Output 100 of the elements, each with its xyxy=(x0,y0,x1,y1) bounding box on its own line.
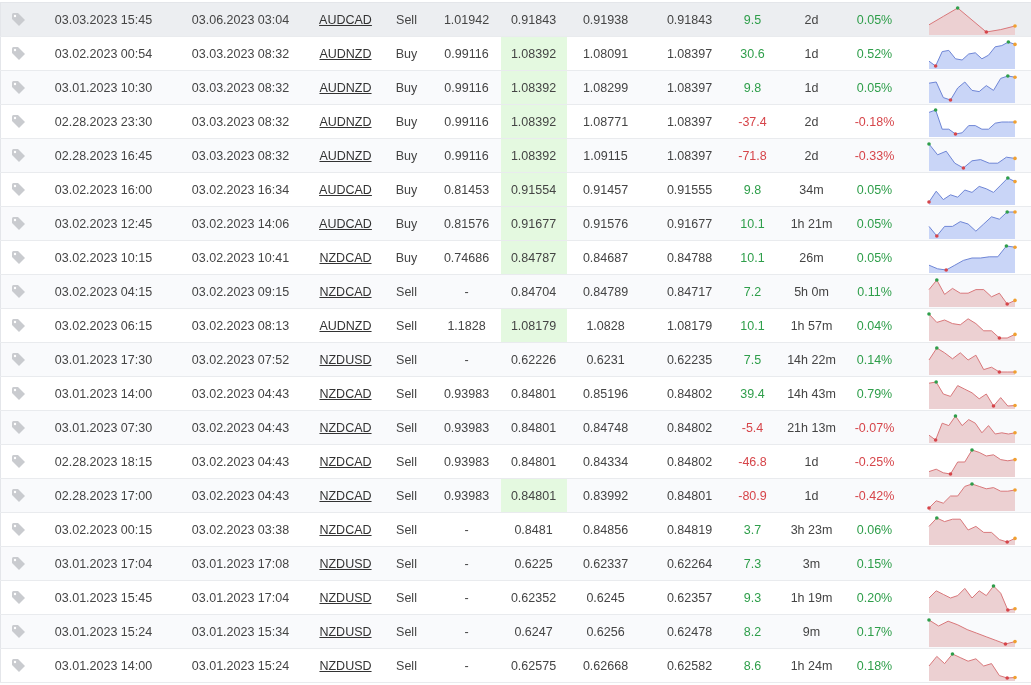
table-cell: 0.74686 xyxy=(443,250,490,265)
close-time: 03.02.2023 07:52 xyxy=(191,352,290,367)
tag-icon[interactable] xyxy=(11,148,26,163)
table-cell: 0.81576 xyxy=(443,216,490,231)
duration: 26m xyxy=(799,250,824,265)
table-row[interactable]: 03.01.2023 17:30 03.02.2023 07:52 NZDUSD Sell - 0.62226 0.6231 0.62235 7.5 14h 22m 0.14% xyxy=(0,342,1031,377)
tag-icon[interactable] xyxy=(11,250,26,265)
open-time: 03.02.2023 00:15 xyxy=(54,522,153,537)
close-time: 03.02.2023 14:06 xyxy=(191,216,290,231)
table-cell: - xyxy=(464,624,469,639)
close-time: 03.03.2023 08:32 xyxy=(191,80,290,95)
symbol-link[interactable]: AUDNZD xyxy=(319,318,372,333)
table-row[interactable]: 03.01.2023 07:30 03.02.2023 04:43 NZDCAD Sell 0.93983 0.84801 0.84748 0.84802 -5.4 21h 13m -0.07% xyxy=(0,410,1031,445)
table-row[interactable]: 03.02.2023 16:00 03.02.2023 16:34 AUDCAD Buy 0.81453 0.91554 0.91457 0.91555 9.8 34m 0.05% xyxy=(0,172,1031,207)
table-row[interactable]: 03.01.2023 15:24 03.01.2023 15:34 NZDUSD Sell - 0.6247 0.6256 0.62478 8.2 9m 0.17% xyxy=(0,614,1031,649)
symbol-link[interactable]: AUDNZD xyxy=(319,46,372,61)
table-row[interactable]: 03.02.2023 06:15 03.02.2023 08:13 AUDNZD Sell 1.1828 1.08179 1.0828 1.08179 10.1 1h 57m 0.04% xyxy=(0,308,1031,343)
trade-type: Buy xyxy=(395,46,418,61)
tag-icon[interactable] xyxy=(11,114,26,129)
symbol-link[interactable]: NZDUSD xyxy=(319,352,372,367)
table-cell: 0.99116 xyxy=(444,46,489,61)
table-row[interactable]: 03.01.2023 17:04 03.01.2023 17:08 NZDUSD Sell - 0.6225 0.62337 0.62264 7.3 3m 0.15% xyxy=(0,546,1031,581)
symbol-link[interactable]: AUDCAD xyxy=(319,182,372,197)
table-cell: 0.84801 xyxy=(510,420,557,435)
table-cell: 0.84687 xyxy=(582,250,629,265)
table-row[interactable]: 03.03.2023 15:45 03.06.2023 03:04 AUDCAD Sell 1.01942 0.91843 0.91938 0.91843 9.5 2d 0.05% xyxy=(0,2,1031,37)
table-cell: 1.08397 xyxy=(666,114,713,129)
table-cell: 0.84801 xyxy=(666,488,713,503)
close-time: 03.02.2023 10:41 xyxy=(191,250,290,265)
symbol-link[interactable]: AUDNZD xyxy=(319,80,372,95)
table-row[interactable]: 03.01.2023 15:45 03.01.2023 17:04 NZDUSD Sell - 0.62352 0.6245 0.62357 9.3 1h 19m 0.20% xyxy=(0,580,1031,615)
duration: 2d xyxy=(804,148,819,163)
percent-change: 0.14% xyxy=(856,352,893,367)
symbol-link[interactable]: NZDCAD xyxy=(319,250,372,265)
table-row[interactable]: 02.28.2023 23:30 03.03.2023 08:32 AUDNZD Buy 0.99116 1.08392 1.08771 1.08397 -37.4 2d -0.18% xyxy=(0,104,1031,139)
table-row[interactable]: 03.02.2023 12:45 03.02.2023 14:06 AUDCAD Buy 0.81576 0.91677 0.91576 0.91677 10.1 1h 21m 0.05% xyxy=(0,206,1031,241)
table-cell: 0.62478 xyxy=(666,624,713,639)
symbol-link[interactable]: NZDUSD xyxy=(319,556,372,571)
table-row[interactable]: 02.28.2023 18:15 03.02.2023 04:43 NZDCAD Sell 0.93983 0.84801 0.84334 0.84802 -46.8 1d -0.25% xyxy=(0,444,1031,479)
tag-icon[interactable] xyxy=(11,454,26,469)
tag-icon[interactable] xyxy=(11,420,26,435)
tag-icon[interactable] xyxy=(11,556,26,571)
tag-icon[interactable] xyxy=(11,352,26,367)
duration: 14h 22m xyxy=(787,352,836,367)
symbol-link[interactable]: AUDCAD xyxy=(319,12,372,27)
symbol-link[interactable]: NZDCAD xyxy=(319,488,372,503)
open-time: 03.01.2023 14:00 xyxy=(54,386,153,401)
tag-icon[interactable] xyxy=(11,386,26,401)
table-cell: 1.08397 xyxy=(666,80,713,95)
table-cell: 0.84801 xyxy=(510,454,557,469)
symbol-link[interactable]: NZDCAD xyxy=(319,522,372,537)
percent-change: 0.05% xyxy=(856,80,893,95)
table-cell: 1.08299 xyxy=(582,80,629,95)
duration: 1d xyxy=(804,46,819,61)
symbol-link[interactable]: NZDUSD xyxy=(319,590,372,605)
table-cell: 0.62357 xyxy=(666,590,713,605)
duration: 1h 57m xyxy=(790,318,833,333)
duration: 14h 43m xyxy=(787,386,836,401)
table-row[interactable]: 03.01.2023 10:30 03.03.2023 08:32 AUDNZD Buy 0.99116 1.08392 1.08299 1.08397 9.8 1d 0.05% xyxy=(0,70,1031,105)
table-cell: 1.08179 xyxy=(510,318,557,333)
close-time: 03.02.2023 04:43 xyxy=(191,488,290,503)
table-row[interactable]: 03.02.2023 00:54 03.03.2023 08:32 AUDNZD Buy 0.99116 1.08392 1.08091 1.08397 30.6 1d 0.52% xyxy=(0,36,1031,71)
tag-icon[interactable] xyxy=(11,658,26,673)
duration: 2d xyxy=(804,12,819,27)
tag-icon[interactable] xyxy=(11,80,26,95)
table-row[interactable]: 03.01.2023 14:00 03.02.2023 04:43 NZDCAD Sell 0.93983 0.84801 0.85196 0.84802 39.4 14h 43m 0.79% xyxy=(0,376,1031,411)
tag-icon[interactable] xyxy=(11,488,26,503)
duration: 3m xyxy=(802,556,821,571)
tag-icon[interactable] xyxy=(11,216,26,231)
table-row[interactable]: 02.28.2023 16:45 03.03.2023 08:32 AUDNZD Buy 0.99116 1.08392 1.09115 1.08397 -71.8 2d -0.33% xyxy=(0,138,1031,173)
table-cell: 0.84802 xyxy=(666,454,713,469)
table-row[interactable]: 02.28.2023 17:00 03.02.2023 04:43 NZDCAD Sell 0.93983 0.84801 0.83992 0.84801 -80.9 1d -0.42% xyxy=(0,478,1031,513)
table-row[interactable]: 03.02.2023 10:15 03.02.2023 10:41 NZDCAD Buy 0.74686 0.84787 0.84687 0.84788 10.1 26m 0.05% xyxy=(0,240,1031,275)
symbol-link[interactable]: NZDCAD xyxy=(319,386,372,401)
open-time: 03.01.2023 10:30 xyxy=(54,80,153,95)
tag-icon[interactable] xyxy=(11,12,26,27)
tag-icon[interactable] xyxy=(11,590,26,605)
open-time: 03.03.2023 15:45 xyxy=(54,12,153,27)
close-time: 03.02.2023 04:43 xyxy=(191,454,290,469)
table-cell: 0.84801 xyxy=(510,488,557,503)
tag-icon[interactable] xyxy=(11,284,26,299)
tag-icon[interactable] xyxy=(11,624,26,639)
tag-icon[interactable] xyxy=(11,46,26,61)
symbol-link[interactable]: AUDNZD xyxy=(319,148,372,163)
trade-type: Sell xyxy=(396,386,417,401)
table-cell: 0.99116 xyxy=(444,80,489,95)
close-time: 03.02.2023 04:43 xyxy=(191,420,290,435)
tag-icon[interactable] xyxy=(11,318,26,333)
symbol-link[interactable]: NZDUSD xyxy=(319,624,372,639)
tag-icon[interactable] xyxy=(11,182,26,197)
table-row[interactable]: 03.02.2023 00:15 03.02.2023 03:38 NZDCAD Sell - 0.8481 0.84856 0.84819 3.7 3h 23m 0.06% xyxy=(0,512,1031,547)
tag-icon[interactable] xyxy=(11,522,26,537)
symbol-link[interactable]: NZDCAD xyxy=(319,454,372,469)
symbol-link[interactable]: NZDUSD xyxy=(319,658,372,673)
table-row[interactable]: 03.02.2023 04:15 03.02.2023 09:15 NZDCAD Sell - 0.84704 0.84789 0.84717 7.2 5h 0m 0.11% xyxy=(0,274,1031,309)
table-row[interactable]: 03.01.2023 14:00 03.01.2023 15:24 NZDUSD Sell - 0.62575 0.62668 0.62582 8.6 1h 24m 0.18% xyxy=(0,648,1031,683)
symbol-link[interactable]: AUDNZD xyxy=(319,114,372,129)
symbol-link[interactable]: AUDCAD xyxy=(319,216,372,231)
symbol-link[interactable]: NZDCAD xyxy=(319,284,372,299)
symbol-link[interactable]: NZDCAD xyxy=(319,420,372,435)
